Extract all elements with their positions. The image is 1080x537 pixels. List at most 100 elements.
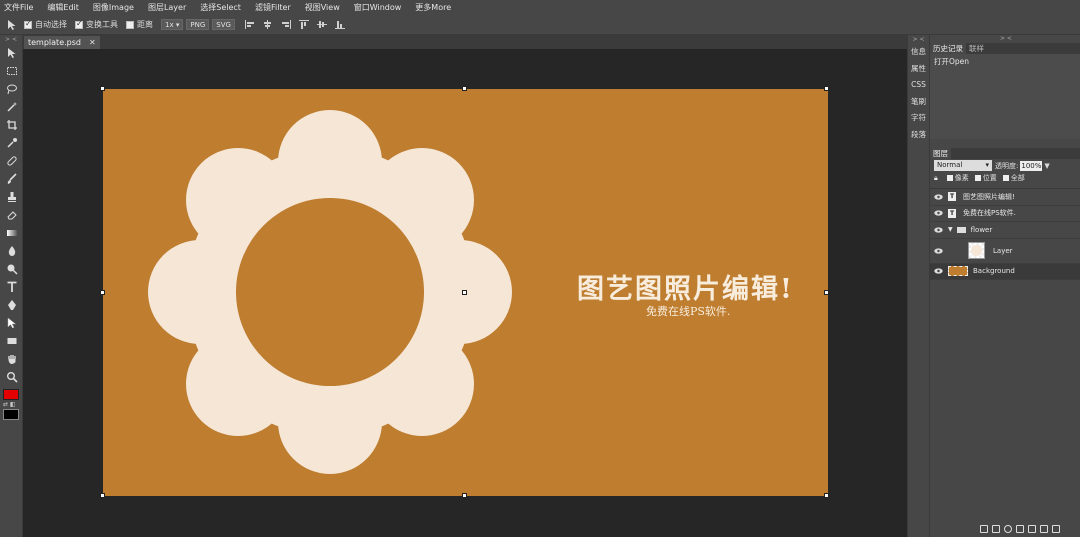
brush-panel-button[interactable]: 笔刷: [908, 94, 929, 111]
align-right-icon[interactable]: [281, 20, 291, 29]
transform-handle-right[interactable]: [824, 290, 829, 295]
toolbar-collapse-toggle[interactable]: > <: [0, 35, 22, 44]
info-panel-button[interactable]: 信息: [908, 44, 929, 61]
brush-icon[interactable]: [0, 170, 23, 188]
align-bottom-icon[interactable]: [334, 20, 345, 29]
visibility-eye-icon[interactable]: [934, 247, 943, 254]
new-group-icon[interactable]: [1028, 525, 1036, 533]
visibility-eye-icon[interactable]: [934, 210, 943, 216]
distance-checkbox[interactable]: [126, 20, 134, 29]
menu-layer[interactable]: 图层Layer: [148, 2, 186, 13]
marquee-icon[interactable]: [0, 62, 23, 80]
menu-filter[interactable]: 滤镜Filter: [255, 2, 291, 13]
background-color-swatch[interactable]: [3, 409, 19, 420]
type-icon[interactable]: [0, 278, 23, 296]
css-panel-button[interactable]: CSS: [908, 77, 929, 94]
properties-panel-button[interactable]: 属性: [908, 61, 929, 78]
align-left-icon[interactable]: [244, 20, 255, 29]
zoom-icon[interactable]: [0, 368, 23, 386]
move-tool-icon[interactable]: [6, 19, 18, 31]
tab-layers[interactable]: 图层: [930, 148, 951, 159]
new-layer-icon[interactable]: [1040, 525, 1048, 533]
clone-stamp-icon[interactable]: [0, 188, 23, 206]
transform-handle-top-right[interactable]: [824, 86, 829, 91]
distance-option[interactable]: 距离: [126, 19, 153, 30]
headline-text[interactable]: 图艺图照片编辑!: [577, 267, 794, 306]
menu-view[interactable]: 视图View: [305, 2, 340, 13]
lock-position-checkbox[interactable]: [974, 175, 981, 181]
hand-icon[interactable]: [0, 350, 23, 368]
layer-row[interactable]: T 图艺图照片编辑!: [930, 189, 1080, 206]
expand-arrow-icon[interactable]: ▼: [948, 226, 953, 233]
align-middle-v-icon[interactable]: [316, 20, 327, 29]
healing-brush-icon[interactable]: [0, 152, 23, 170]
swap-colors-icon[interactable]: ⇄ ◧: [3, 401, 16, 408]
pen-icon[interactable]: [0, 296, 23, 314]
auto-select-checkbox[interactable]: [24, 19, 32, 29]
menu-select[interactable]: 选择Select: [200, 2, 241, 13]
subline-text[interactable]: 免费在线PS软件.: [646, 303, 730, 319]
link-layers-icon[interactable]: [980, 525, 988, 533]
svg-button[interactable]: SVG: [212, 19, 235, 30]
magic-wand-icon[interactable]: [0, 98, 23, 116]
tab-swatches[interactable]: 联样: [966, 43, 987, 54]
side-panel-collapse-toggle[interactable]: > <: [908, 35, 929, 44]
layer-row[interactable]: T 免费在线PS软件.: [930, 205, 1080, 222]
auto-select-option[interactable]: 自动选择: [24, 19, 67, 30]
transform-handle-bottom[interactable]: [462, 493, 467, 498]
path-select-icon[interactable]: [0, 314, 23, 332]
lock-pixels-label: 像素: [954, 174, 969, 182]
layer-row[interactable]: Background: [930, 263, 1080, 280]
transform-handle-top[interactable]: [462, 86, 467, 91]
eraser-icon[interactable]: [0, 206, 23, 224]
layer-row[interactable]: ▼ flower: [930, 222, 1080, 239]
history-item-open[interactable]: 打开Open: [934, 56, 1076, 67]
align-center-h-icon[interactable]: [263, 20, 273, 29]
blend-mode-select[interactable]: Normal: [934, 160, 992, 171]
visibility-eye-icon[interactable]: [934, 227, 943, 233]
png-button[interactable]: PNG: [186, 19, 210, 30]
visibility-eye-icon[interactable]: [934, 194, 943, 200]
transform-tools-option[interactable]: 变换工具: [75, 19, 118, 30]
canvas-area[interactable]: 图艺图照片编辑! 免费在线PS软件.: [23, 49, 907, 537]
adjustment-layer-icon[interactable]: [1004, 525, 1012, 533]
layer-mask-icon[interactable]: [1016, 525, 1024, 533]
character-panel-button[interactable]: 字符: [908, 110, 929, 127]
transform-handle-bottom-right[interactable]: [824, 493, 829, 498]
lock-pixels-checkbox[interactable]: [946, 175, 953, 181]
menu-more[interactable]: 更多More: [415, 2, 451, 13]
transform-handle-left[interactable]: [100, 290, 105, 295]
dodge-icon[interactable]: [0, 260, 23, 278]
transform-tools-checkbox[interactable]: [75, 19, 83, 29]
paragraph-panel-button[interactable]: 段落: [908, 127, 929, 144]
menu-edit[interactable]: 编辑Edit: [47, 2, 79, 13]
opacity-input[interactable]: 100%: [1020, 160, 1043, 171]
align-top-icon[interactable]: [298, 20, 309, 29]
visibility-eye-icon[interactable]: [934, 268, 943, 274]
close-tab-icon[interactable]: ✕: [89, 36, 96, 49]
menu-image[interactable]: 图像Image: [93, 2, 134, 13]
document-tab[interactable]: template.psd ✕: [24, 36, 100, 49]
artboard[interactable]: 图艺图照片编辑! 免费在线PS软件.: [100, 86, 829, 498]
transform-handle-bottom-left[interactable]: [100, 493, 105, 498]
lock-all-checkbox[interactable]: [1002, 175, 1009, 181]
menu-window[interactable]: 窗口Window: [354, 2, 402, 13]
gradient-icon[interactable]: [0, 224, 23, 242]
opacity-dropdown-icon[interactable]: ▼: [1044, 162, 1049, 170]
layer-style-icon[interactable]: [992, 525, 1000, 533]
transform-handle-top-left[interactable]: [100, 86, 105, 91]
right-panel-collapse-toggle[interactable]: > <: [930, 35, 1080, 43]
eyedropper-icon[interactable]: [0, 134, 23, 152]
menu-file[interactable]: 文件File: [4, 2, 33, 13]
blur-icon[interactable]: [0, 242, 23, 260]
delete-layer-icon[interactable]: [1052, 525, 1060, 533]
crop-icon[interactable]: [0, 116, 23, 134]
rectangle-shape-icon[interactable]: [0, 332, 23, 350]
foreground-color-swatch[interactable]: [3, 389, 19, 400]
lasso-icon[interactable]: [0, 80, 23, 98]
transform-handle-center[interactable]: [462, 290, 467, 295]
layer-row[interactable]: Layer: [930, 238, 1080, 264]
zoom-select[interactable]: 1x ▾: [161, 19, 184, 30]
move-icon[interactable]: [0, 44, 23, 62]
tab-history[interactable]: 历史记录: [930, 43, 966, 54]
